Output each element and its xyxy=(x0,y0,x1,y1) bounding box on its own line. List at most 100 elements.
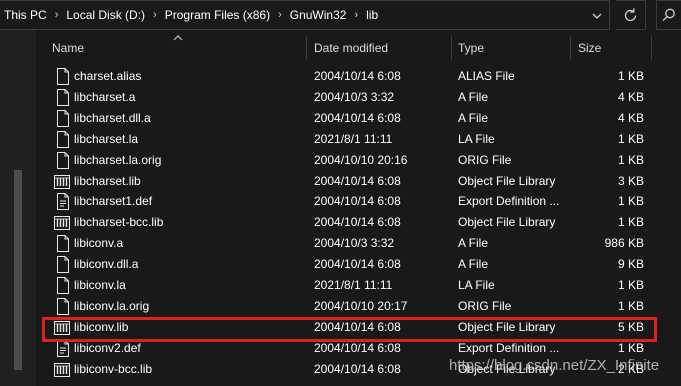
file-date-modified: 2004/10/14 6:08 xyxy=(314,173,401,188)
file-size: 3 KB xyxy=(617,173,644,188)
file-date-modified: 2004/10/10 20:17 xyxy=(314,298,408,313)
file-date-modified: 2004/10/3 3:32 xyxy=(314,89,395,104)
file-size: 1 KB xyxy=(617,215,644,230)
file-date-modified: 2004/10/3 3:32 xyxy=(314,236,395,251)
file-type: Export Definition ... xyxy=(458,194,560,209)
file-type: A File xyxy=(458,257,489,272)
watermark: https://blog.csdn.net/ZX_Infinite xyxy=(449,357,660,374)
address-bar: This PC › Local Disk (D:) › Program File… xyxy=(0,0,681,30)
file-row[interactable]: libcharset1.def 2004/10/14 6:08 Export Def… xyxy=(40,191,681,212)
file-date-modified: 2004/10/14 6:08 xyxy=(314,257,401,272)
search-input[interactable] xyxy=(656,0,681,30)
document-icon xyxy=(56,193,70,211)
file-size: 1 KB xyxy=(617,298,644,313)
chevron-right-icon[interactable]: › xyxy=(153,9,157,21)
file-name: libiconv.a xyxy=(74,236,124,251)
column-divider[interactable] xyxy=(651,36,652,60)
chevron-right-icon[interactable]: › xyxy=(278,9,282,21)
file-name: libcharset.la xyxy=(74,131,139,146)
file-size: 1 KB xyxy=(617,69,644,83)
breadcrumb-program-files[interactable]: Program Files (x86) xyxy=(165,8,270,22)
navigation-pane xyxy=(0,30,36,386)
column-date-modified[interactable]: Date modified xyxy=(308,34,452,62)
file-type: LA File xyxy=(458,131,495,146)
file-row[interactable]: libcharset.la.orig 2004/10/10 20:16 ORIG F… xyxy=(40,150,681,171)
file-icon xyxy=(56,235,70,253)
column-name[interactable]: Name xyxy=(46,34,306,62)
file-name: libcharset.lib xyxy=(74,173,141,188)
search-icon xyxy=(662,8,675,22)
file-icon xyxy=(56,68,70,85)
file-type: A File xyxy=(458,110,489,125)
file-name: libiconv.la.orig xyxy=(74,298,150,313)
file-icon xyxy=(56,130,70,148)
file-type: ALIAS File xyxy=(458,69,515,83)
file-icon xyxy=(56,297,70,315)
file-name: libcharset.dll.a xyxy=(74,110,151,125)
breadcrumb-this-pc[interactable]: This PC xyxy=(4,8,47,22)
file-row[interactable]: libcharset.lib 2004/10/14 6:08 Object File… xyxy=(40,171,681,192)
file-row[interactable]: libcharset.la 2021/8/1 11:11 LA File 1 KB xyxy=(40,129,681,150)
file-size: 4 KB xyxy=(617,89,644,104)
file-date-modified: 2004/10/14 6:08 xyxy=(314,110,401,125)
refresh-button[interactable] xyxy=(616,0,646,30)
breadcrumb-gnuwin32[interactable]: GnuWin32 xyxy=(290,8,347,22)
library-icon xyxy=(54,214,70,231)
file-name: libcharset-bcc.lib xyxy=(74,215,164,230)
file-row[interactable]: libiconv.la 2021/8/1 11:11 LA File 1 KB xyxy=(40,275,681,296)
column-divider[interactable] xyxy=(570,36,571,60)
file-icon xyxy=(56,109,70,127)
file-size: 9 KB xyxy=(617,257,644,272)
file-icon xyxy=(56,256,70,274)
library-icon xyxy=(54,361,70,378)
chevron-right-icon[interactable]: › xyxy=(55,9,59,21)
highlight-box xyxy=(42,317,657,342)
file-type: Object File Library xyxy=(458,215,556,230)
file-row[interactable]: charset.alias 2004/10/14 6:08 ALIAS File 1 … xyxy=(40,66,681,87)
file-row[interactable]: libiconv.dll.a 2004/10/14 6:08 A File 9 KB xyxy=(40,254,681,275)
file-date-modified: 2021/8/1 11:11 xyxy=(314,131,393,146)
file-name: charset.alias xyxy=(74,69,142,83)
file-type: LA File xyxy=(458,278,495,292)
file-name: libcharset1.def xyxy=(74,194,153,209)
file-size: 986 KB xyxy=(604,236,644,251)
breadcrumb[interactable]: This PC › Local Disk (D:) › Program File… xyxy=(0,0,610,30)
file-icon xyxy=(56,88,70,106)
file-type: A File xyxy=(458,89,489,104)
file-row[interactable]: libcharset.a 2004/10/3 3:32 A File 4 KB xyxy=(40,87,681,108)
file-size: 4 KB xyxy=(617,110,644,125)
column-header: Name Date modified Type Size xyxy=(40,34,681,62)
file-icon xyxy=(56,277,70,294)
file-size: 1 KB xyxy=(617,278,644,292)
library-icon xyxy=(54,173,70,190)
file-type: ORIG File xyxy=(458,298,512,313)
file-size: 1 KB xyxy=(617,194,644,209)
file-row[interactable]: libiconv.la.orig 2004/10/10 20:17 ORIG Fil… xyxy=(40,296,681,317)
file-name: libiconv.dll.a xyxy=(74,257,139,272)
column-divider[interactable] xyxy=(306,36,307,60)
file-date-modified: 2004/10/14 6:08 xyxy=(314,361,401,376)
file-date-modified: 2004/10/14 6:08 xyxy=(314,194,401,209)
file-name: libiconv.la xyxy=(74,278,126,292)
file-row[interactable]: libcharset.dll.a 2004/10/14 6:08 A File 4 K… xyxy=(40,108,681,129)
file-date-modified: 2004/10/10 20:16 xyxy=(314,152,408,167)
file-row[interactable]: libcharset-bcc.lib 2004/10/14 6:08 Object … xyxy=(40,212,681,233)
column-size[interactable]: Size xyxy=(572,34,652,62)
breadcrumb-lib[interactable]: lib xyxy=(366,8,378,22)
file-type: A File xyxy=(458,236,489,251)
file-date-modified: 2021/8/1 11:11 xyxy=(314,278,393,292)
file-size: 1 KB xyxy=(617,131,644,146)
file-size: 1 KB xyxy=(617,152,644,167)
column-type[interactable]: Type xyxy=(452,34,570,62)
file-icon xyxy=(56,151,70,169)
file-type: Object File Library xyxy=(458,173,556,188)
file-date-modified: 2004/10/14 6:08 xyxy=(314,215,401,230)
file-name: libcharset.a xyxy=(74,89,136,104)
file-row[interactable]: libiconv.a 2004/10/3 3:32 A File 986 KB xyxy=(40,233,681,254)
navigation-scrollbar[interactable] xyxy=(14,170,22,370)
breadcrumb-local-disk[interactable]: Local Disk (D:) xyxy=(66,8,145,22)
chevron-down-icon[interactable] xyxy=(588,7,606,25)
file-date-modified: 2004/10/14 6:08 xyxy=(314,69,401,83)
file-name: libiconv-bcc.lib xyxy=(74,361,153,376)
chevron-right-icon[interactable]: › xyxy=(354,9,358,21)
